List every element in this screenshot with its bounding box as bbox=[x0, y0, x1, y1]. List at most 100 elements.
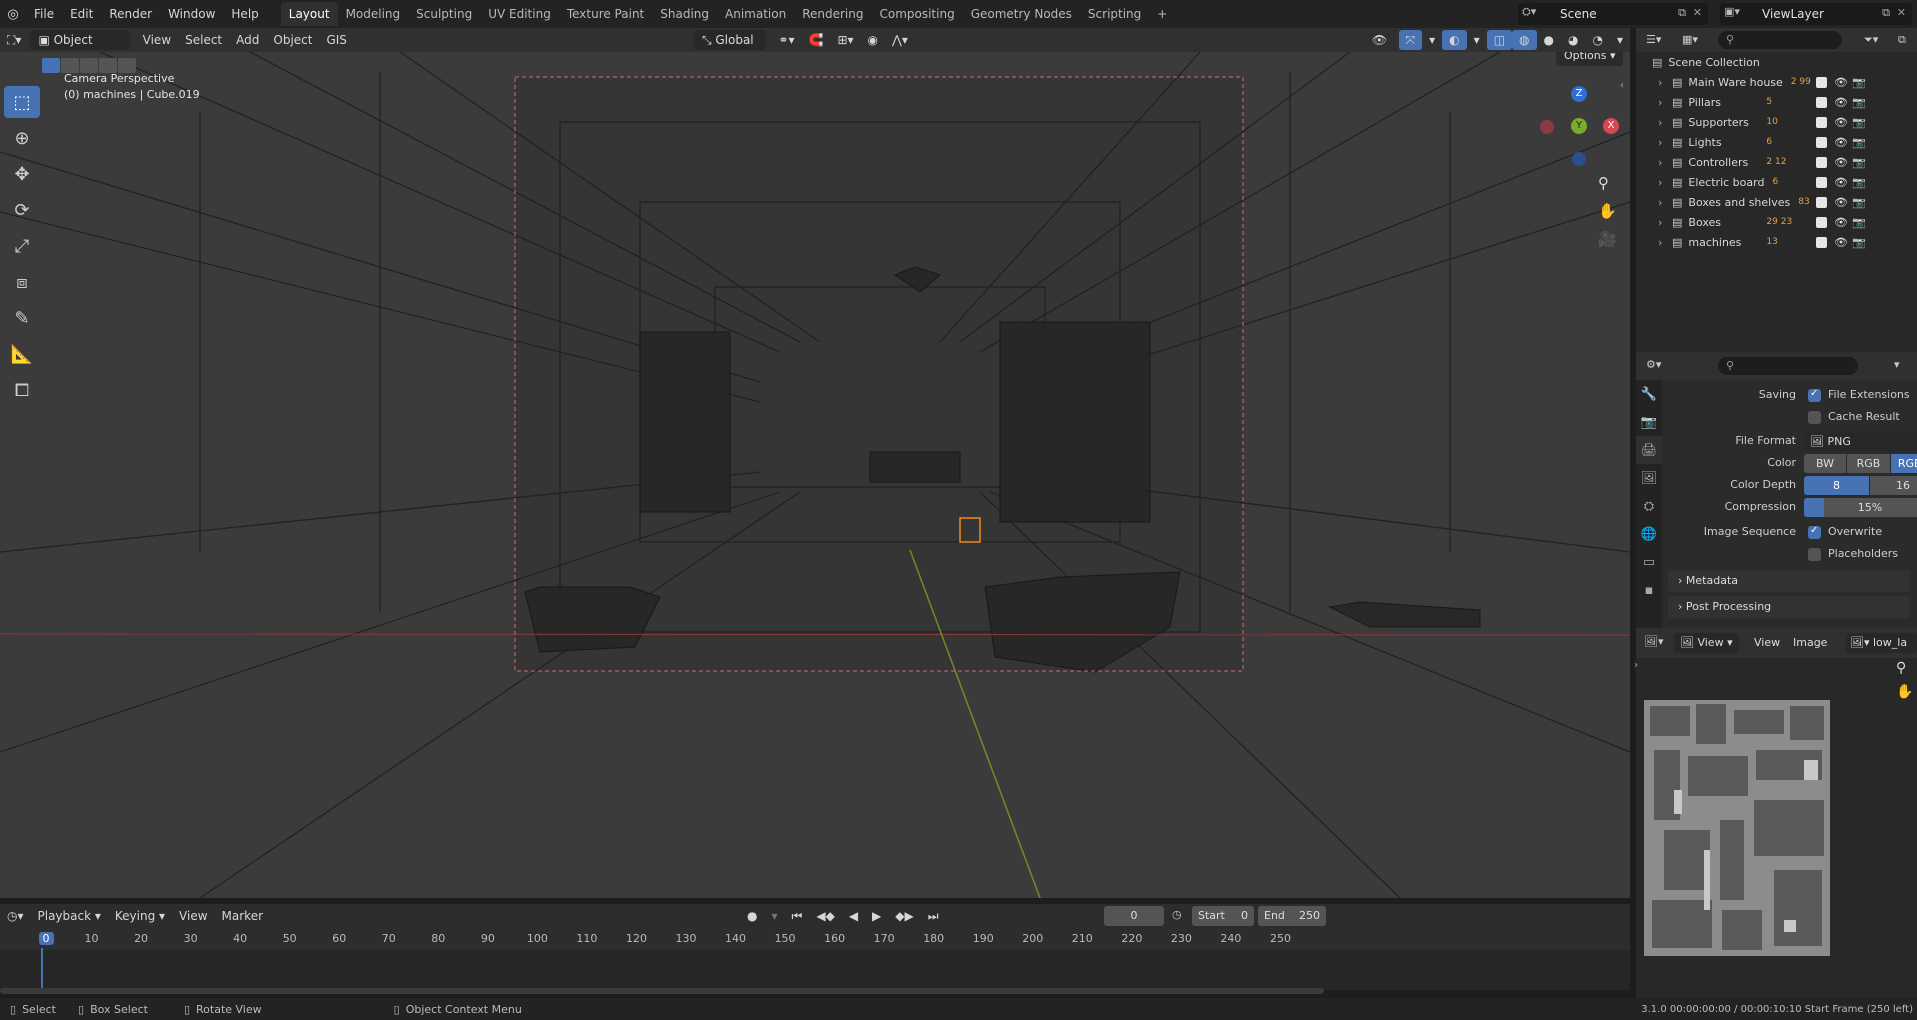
outliner-collection-row[interactable]: › ▤ Electric board 6 👁 📷 bbox=[1636, 172, 1917, 192]
image-menu-image[interactable]: Image bbox=[1793, 636, 1827, 649]
exclude-checkbox[interactable] bbox=[1816, 96, 1827, 108]
next-keyframe-icon[interactable]: ◆▶ bbox=[888, 906, 920, 926]
shading-menu-icon[interactable]: ▾ bbox=[1610, 30, 1630, 50]
properties-editor-type-icon[interactable]: ⚙▾ bbox=[1646, 358, 1661, 371]
camera-render-icon[interactable]: 📷 bbox=[1852, 216, 1866, 229]
shading-material-icon[interactable]: ◕ bbox=[1561, 30, 1585, 50]
scale-tool-icon[interactable]: ⤢ bbox=[4, 230, 40, 262]
menu-file[interactable]: File bbox=[26, 0, 62, 28]
file-extensions-checkbox[interactable] bbox=[1808, 388, 1821, 402]
editor-type-icon[interactable]: ⛶▾ bbox=[0, 30, 28, 50]
color-depth-8-button[interactable]: 8 bbox=[1804, 476, 1869, 495]
camera-render-icon[interactable]: 📷 bbox=[1852, 236, 1866, 249]
annotate-tool-icon[interactable]: ✎ bbox=[4, 302, 40, 334]
start-frame-field[interactable]: Start 0 bbox=[1192, 906, 1254, 926]
output-tab-icon[interactable]: 🖨 bbox=[1636, 436, 1662, 464]
preview-range-icon[interactable]: ◷ bbox=[1172, 908, 1182, 921]
options-button[interactable]: Options ▾ bbox=[1556, 52, 1624, 66]
end-frame-field[interactable]: End 250 bbox=[1258, 906, 1326, 926]
orientation-dropdown[interactable]: ⤡ Global ▾ bbox=[693, 30, 766, 67]
new-view-layer-icon[interactable]: ⧉ bbox=[1882, 6, 1890, 20]
expand-arrow-icon[interactable]: › bbox=[1658, 136, 1672, 149]
post-processing-panel-header[interactable]: › Post Processing bbox=[1668, 596, 1910, 618]
jump-start-icon[interactable]: ⏮ bbox=[785, 906, 810, 926]
menu-select[interactable]: Select bbox=[178, 30, 229, 50]
menu-playback[interactable]: Playback ▾ bbox=[31, 906, 108, 926]
menu-gis[interactable]: GIS bbox=[319, 30, 353, 50]
expand-arrow-icon[interactable]: › bbox=[1658, 156, 1672, 169]
select-new-icon[interactable] bbox=[42, 58, 60, 73]
outliner-collection-row[interactable]: › ▤ Controllers 2 12 👁 📷 bbox=[1636, 152, 1917, 172]
expand-arrow-icon[interactable]: › bbox=[1658, 236, 1672, 249]
delete-scene-icon[interactable]: ✕ bbox=[1693, 6, 1702, 19]
select-box-tool-icon[interactable]: ⬚ bbox=[4, 86, 40, 118]
menu-timeline-view[interactable]: View bbox=[172, 906, 214, 926]
menu-add[interactable]: Add bbox=[229, 30, 266, 50]
delete-view-layer-icon[interactable]: ✕ bbox=[1897, 6, 1906, 19]
exclude-checkbox[interactable] bbox=[1816, 196, 1827, 208]
cursor-tool-icon[interactable]: ⊕ bbox=[4, 122, 40, 154]
play-reverse-icon[interactable]: ◀ bbox=[842, 906, 865, 926]
menu-marker[interactable]: Marker bbox=[215, 906, 270, 926]
gizmo-neg-x-axis[interactable] bbox=[1540, 120, 1554, 134]
outliner-editor-type-icon[interactable]: ☰▾ bbox=[1646, 33, 1661, 46]
eye-icon[interactable]: 👁 bbox=[1834, 96, 1848, 109]
eye-icon[interactable]: 👁 bbox=[1834, 136, 1848, 149]
camera-render-icon[interactable]: 📷 bbox=[1852, 156, 1866, 169]
gizmo-y-axis[interactable]: Y bbox=[1571, 118, 1587, 134]
expand-arrow-icon[interactable]: › bbox=[1658, 216, 1672, 229]
color-bw-button[interactable]: BW bbox=[1804, 454, 1846, 473]
select-intersect-icon[interactable] bbox=[118, 58, 136, 73]
move-tool-icon[interactable]: ✥ bbox=[4, 158, 40, 190]
exclude-checkbox[interactable] bbox=[1816, 136, 1827, 148]
eye-icon[interactable]: 👁 bbox=[1834, 216, 1848, 229]
exclude-checkbox[interactable] bbox=[1816, 236, 1827, 248]
world-tab-icon[interactable]: 🌐 bbox=[1636, 520, 1662, 548]
file-format-dropdown[interactable]: 🖼 PNG▾ bbox=[1804, 432, 1917, 451]
rotate-tool-icon[interactable]: ⟳ bbox=[4, 194, 40, 226]
outliner-collection-row[interactable]: › ▤ Main Ware house 2 99 👁 📷 bbox=[1636, 72, 1917, 92]
properties-search-input[interactable]: ⚲ bbox=[1718, 357, 1858, 375]
menu-render[interactable]: Render bbox=[101, 0, 160, 28]
menu-edit[interactable]: Edit bbox=[62, 0, 101, 28]
image-menu-view[interactable]: View bbox=[1754, 636, 1780, 649]
gizmo-x-axis[interactable]: X bbox=[1603, 118, 1619, 134]
add-cube-tool-icon[interactable]: ⧠ bbox=[4, 374, 40, 406]
gizmo-neg-z-axis[interactable] bbox=[1572, 152, 1586, 166]
object-tab-icon[interactable]: ▪ bbox=[1636, 576, 1662, 604]
placeholders-checkbox[interactable] bbox=[1808, 548, 1821, 561]
filter-icon[interactable]: ⏷▾ bbox=[1864, 33, 1878, 47]
add-workspace-button[interactable]: + bbox=[1149, 2, 1175, 26]
timeline-editor-type-icon[interactable]: ◷▾ bbox=[0, 906, 31, 926]
color-rgba-button[interactable]: RGBA bbox=[1891, 454, 1917, 473]
zoom-icon[interactable]: ⚲ bbox=[1598, 174, 1609, 192]
measure-tool-icon[interactable]: 📐 bbox=[4, 338, 40, 370]
color-depth-16-button[interactable]: 16 bbox=[1870, 476, 1917, 495]
exclude-checkbox[interactable] bbox=[1816, 216, 1827, 228]
prev-keyframe-icon[interactable]: ◀◆ bbox=[809, 906, 841, 926]
keying-set-icon[interactable]: ▾ bbox=[765, 906, 785, 926]
image-zoom-icon[interactable]: ⚲ bbox=[1896, 660, 1906, 676]
select-subtract-icon[interactable] bbox=[80, 58, 98, 73]
transform-tool-icon[interactable]: ⧈ bbox=[4, 266, 40, 298]
gizmo-toggle-icon[interactable]: ⤧ bbox=[1398, 30, 1423, 50]
display-mode-icon[interactable]: ▦▾ bbox=[1682, 33, 1698, 46]
expand-arrow-icon[interactable]: › bbox=[1658, 76, 1672, 89]
mode-dropdown[interactable]: ▣ Object Mode ▾ bbox=[30, 30, 130, 67]
eye-icon[interactable]: 👁 bbox=[1834, 156, 1848, 169]
scene-selector[interactable]: ⛭▾ Scene ⧉ ✕ bbox=[1518, 3, 1708, 25]
menu-object[interactable]: Object bbox=[266, 30, 319, 50]
expand-arrow-icon[interactable]: › bbox=[1658, 176, 1672, 189]
visibility-icon[interactable]: 👁▾ bbox=[1365, 30, 1399, 67]
collection-tab-icon[interactable]: ▭ bbox=[1636, 548, 1662, 576]
gizmo-menu-icon[interactable]: ▾ bbox=[1422, 30, 1442, 50]
tab-sculpting[interactable]: Sculpting bbox=[408, 2, 480, 26]
metadata-panel-header[interactable]: › Metadata bbox=[1668, 570, 1910, 592]
menu-view[interactable]: View bbox=[136, 30, 178, 50]
color-rgb-button[interactable]: RGB bbox=[1847, 454, 1890, 473]
xray-toggle-icon[interactable]: ◫ bbox=[1486, 30, 1513, 50]
tab-rendering[interactable]: Rendering bbox=[794, 2, 871, 26]
outliner-collection-row[interactable]: › ▤ Pillars 5 👁 📷 bbox=[1636, 92, 1917, 112]
outliner-collection-row[interactable]: › ▤ Boxes and shelves 83 👁 📷 bbox=[1636, 192, 1917, 212]
camera-render-icon[interactable]: 📷 bbox=[1852, 116, 1866, 129]
